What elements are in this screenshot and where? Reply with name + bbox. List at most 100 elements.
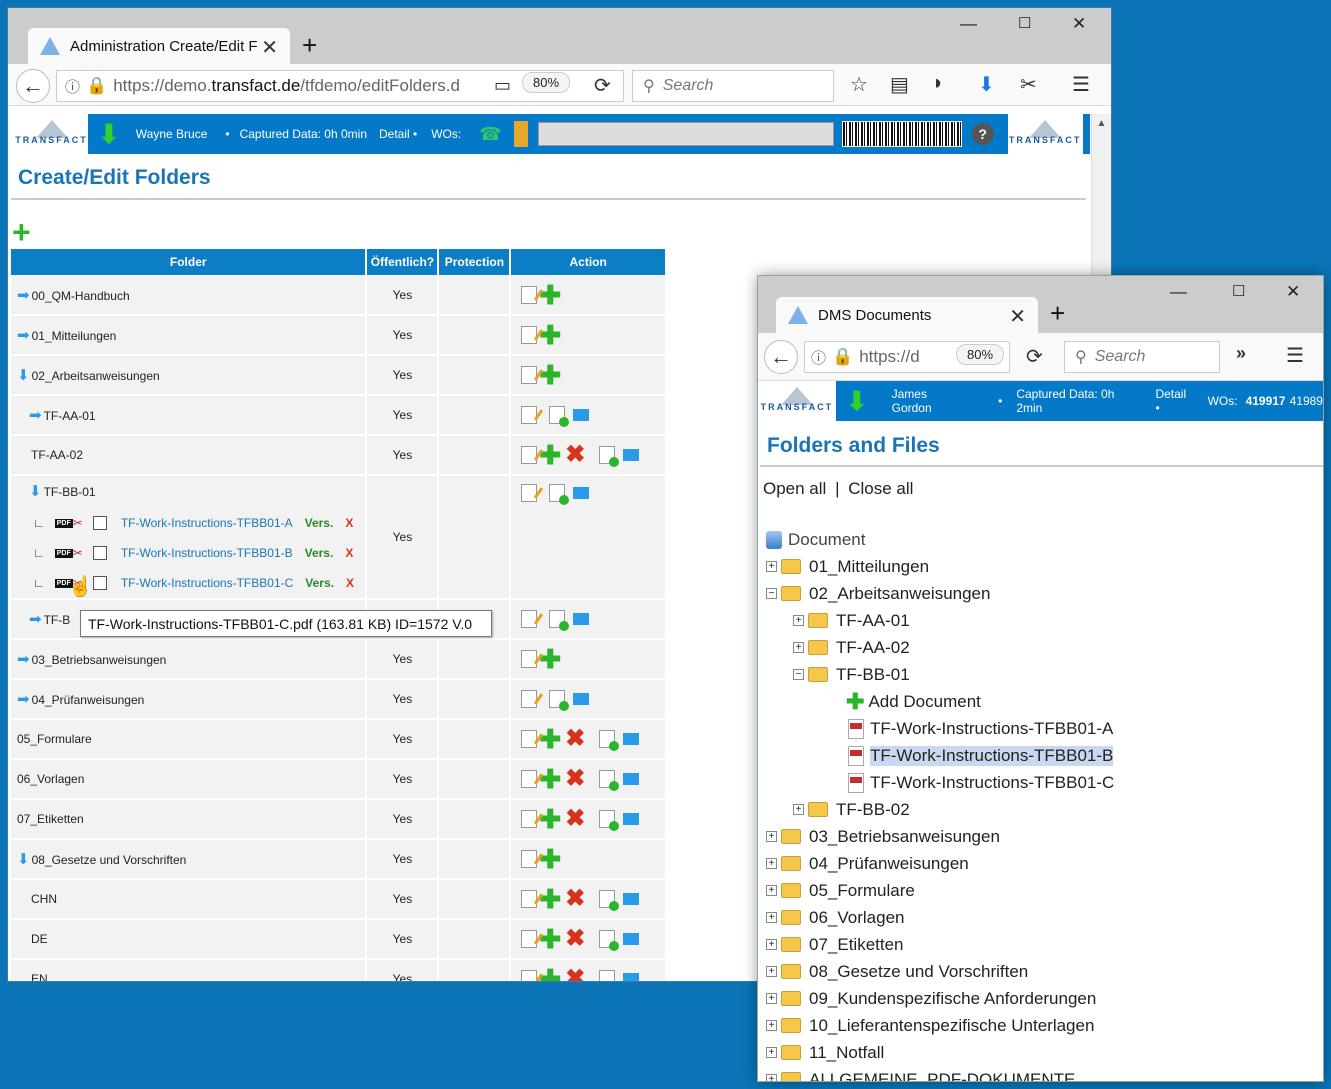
delete-doc-link[interactable]: X xyxy=(346,576,354,590)
add-icon[interactable]: ✚ xyxy=(539,724,561,754)
expand-icon[interactable]: + xyxy=(766,939,777,950)
doc-checkbox[interactable] xyxy=(92,576,107,590)
tree-root[interactable]: Document xyxy=(766,526,1114,553)
add-icon[interactable]: ✚ xyxy=(539,320,561,350)
tree-node[interactable]: +07_Etiketten xyxy=(766,931,1114,958)
tree-node[interactable]: +08_Gesetze und Vorschriften xyxy=(766,958,1114,985)
mail-icon[interactable] xyxy=(573,613,590,625)
wo-number[interactable]: 419917 xyxy=(1246,394,1286,408)
doc-link[interactable]: TF-Work-Instructions-TFBB01-B xyxy=(121,546,293,560)
tree-node[interactable]: +01_Mitteilungen xyxy=(766,553,1114,580)
expand-icon[interactable]: + xyxy=(766,561,777,572)
expand-icon[interactable]: + xyxy=(766,1047,777,1058)
edit-icon[interactable] xyxy=(521,650,538,668)
collapse-icon[interactable]: − xyxy=(793,669,804,680)
delete-icon[interactable]: ✖ xyxy=(565,725,585,752)
edit-icon[interactable] xyxy=(521,366,538,384)
new-document-icon[interactable] xyxy=(549,406,570,427)
menu-icon[interactable]: ☰ xyxy=(1286,343,1304,368)
tree-node[interactable]: + ALLGEMEINE_PDF-DOKUMENTE xyxy=(766,1066,1114,1081)
tree-node[interactable]: TF-Work-Instructions-TFBB01-A xyxy=(766,715,1114,742)
arrow-down-icon[interactable]: ⬇ xyxy=(29,483,42,500)
new-document-icon[interactable] xyxy=(549,610,570,631)
edit-icon[interactable] xyxy=(521,810,538,828)
expand-icon[interactable]: + xyxy=(766,966,777,977)
zoom-level[interactable]: 80% xyxy=(522,72,571,93)
tree-node[interactable]: ✚ Add Document xyxy=(766,688,1114,715)
delete-doc-link[interactable]: X xyxy=(345,546,353,560)
expand-icon[interactable]: + xyxy=(766,993,777,1004)
new-document-icon[interactable] xyxy=(549,690,570,711)
close-tab-icon[interactable]: ✕ xyxy=(1009,304,1026,329)
add-icon[interactable]: ✚ xyxy=(539,644,561,674)
help-icon[interactable]: ? xyxy=(971,123,994,145)
minimize-icon[interactable]: — xyxy=(1170,282,1187,302)
edit-icon[interactable] xyxy=(521,285,538,304)
mail-icon[interactable] xyxy=(573,409,590,421)
expand-icon[interactable]: + xyxy=(766,912,777,923)
open-all-link[interactable]: Open all xyxy=(763,479,826,498)
back-icon[interactable]: ← xyxy=(16,69,50,103)
delete-icon[interactable]: ✖ xyxy=(565,765,585,792)
library-icon[interactable]: ▤ xyxy=(890,72,909,97)
expand-icon[interactable]: + xyxy=(793,804,804,815)
add-folder-button[interactable]: + xyxy=(12,216,31,248)
versions-link[interactable]: Vers. xyxy=(305,546,334,560)
new-document-icon[interactable] xyxy=(549,484,570,505)
versions-link[interactable]: Vers. xyxy=(305,576,334,590)
add-icon[interactable]: ✚ xyxy=(539,804,561,834)
detail-link[interactable]: Detail • xyxy=(1155,387,1193,415)
maximize-icon[interactable]: ☐ xyxy=(1018,14,1031,32)
versions-link[interactable]: Vers. xyxy=(305,516,334,530)
tree-node[interactable]: TF-Work-Instructions-TFBB01-B xyxy=(766,742,1114,769)
phone-icon[interactable]: ☎ xyxy=(479,124,501,145)
close-window-icon[interactable]: ✕ xyxy=(1072,14,1086,34)
tree-node[interactable]: +11_Notfall xyxy=(766,1039,1114,1066)
mail-icon[interactable] xyxy=(623,893,640,905)
add-icon[interactable]: ✚ xyxy=(539,280,561,310)
tree-node[interactable]: TF-Work-Instructions-TFBB01-C xyxy=(766,769,1114,796)
close-all-link[interactable]: Close all xyxy=(848,479,913,498)
doc-link[interactable]: TF-Work-Instructions-TFBB01-C xyxy=(121,576,293,590)
mail-icon[interactable] xyxy=(623,449,640,461)
arrow-right-icon[interactable]: ➡ xyxy=(17,651,30,668)
maximize-icon[interactable]: ☐ xyxy=(1232,282,1245,300)
mail-icon[interactable] xyxy=(623,773,640,785)
tree-node[interactable]: +10_Lieferantenspezifische Unterlagen xyxy=(766,1012,1114,1039)
mail-icon[interactable] xyxy=(623,973,640,981)
expand-icon[interactable]: + xyxy=(766,831,777,842)
arrow-right-icon[interactable]: ➡ xyxy=(29,407,42,424)
tree-node[interactable]: +03_Betriebsanweisungen xyxy=(766,823,1114,850)
arrow-right-icon[interactable]: ➡ xyxy=(17,691,30,708)
edit-icon[interactable] xyxy=(521,610,538,628)
pdf-icon[interactable]: PDF xyxy=(54,518,73,528)
tree-node[interactable]: + TF-BB-02 xyxy=(766,796,1114,823)
tree-node[interactable]: +04_Prüfanweisungen xyxy=(766,850,1114,877)
detail-link[interactable]: Detail • xyxy=(379,127,417,141)
close-tab-icon[interactable]: ✕ xyxy=(261,35,278,60)
new-document-icon[interactable] xyxy=(599,970,616,981)
new-document-icon[interactable] xyxy=(599,890,620,911)
arrow-right-icon[interactable]: ➡ xyxy=(17,327,30,344)
barcode-icon[interactable] xyxy=(841,121,962,147)
edit-icon[interactable] xyxy=(521,690,538,708)
minimize-icon[interactable]: — xyxy=(960,14,977,34)
edit-icon[interactable] xyxy=(521,770,538,788)
edit-icon[interactable] xyxy=(521,730,538,748)
add-icon[interactable]: ✚ xyxy=(539,964,561,981)
user-name[interactable]: James Gordon xyxy=(892,387,971,415)
tab-dms[interactable]: DMS Documents ✕ xyxy=(776,297,1038,333)
expand-icon[interactable]: + xyxy=(793,615,804,626)
tree-node[interactable]: − 02_Arbeitsanweisungen xyxy=(766,580,1114,607)
new-document-icon[interactable] xyxy=(599,446,620,467)
mail-icon[interactable] xyxy=(623,813,640,825)
edit-icon[interactable] xyxy=(521,930,538,948)
arrow-right-icon[interactable]: ➡ xyxy=(17,287,30,304)
new-document-icon[interactable] xyxy=(599,730,620,751)
download-arrow-icon[interactable]: ⬇ xyxy=(846,386,868,417)
wo-number[interactable]: 41989 xyxy=(1290,394,1323,408)
expand-icon[interactable]: + xyxy=(793,642,804,653)
arrow-down-icon[interactable]: ⬇ xyxy=(17,851,30,868)
tree-node[interactable]: + TF-AA-02 xyxy=(766,634,1114,661)
download-icon[interactable]: ⬇ xyxy=(978,72,995,97)
